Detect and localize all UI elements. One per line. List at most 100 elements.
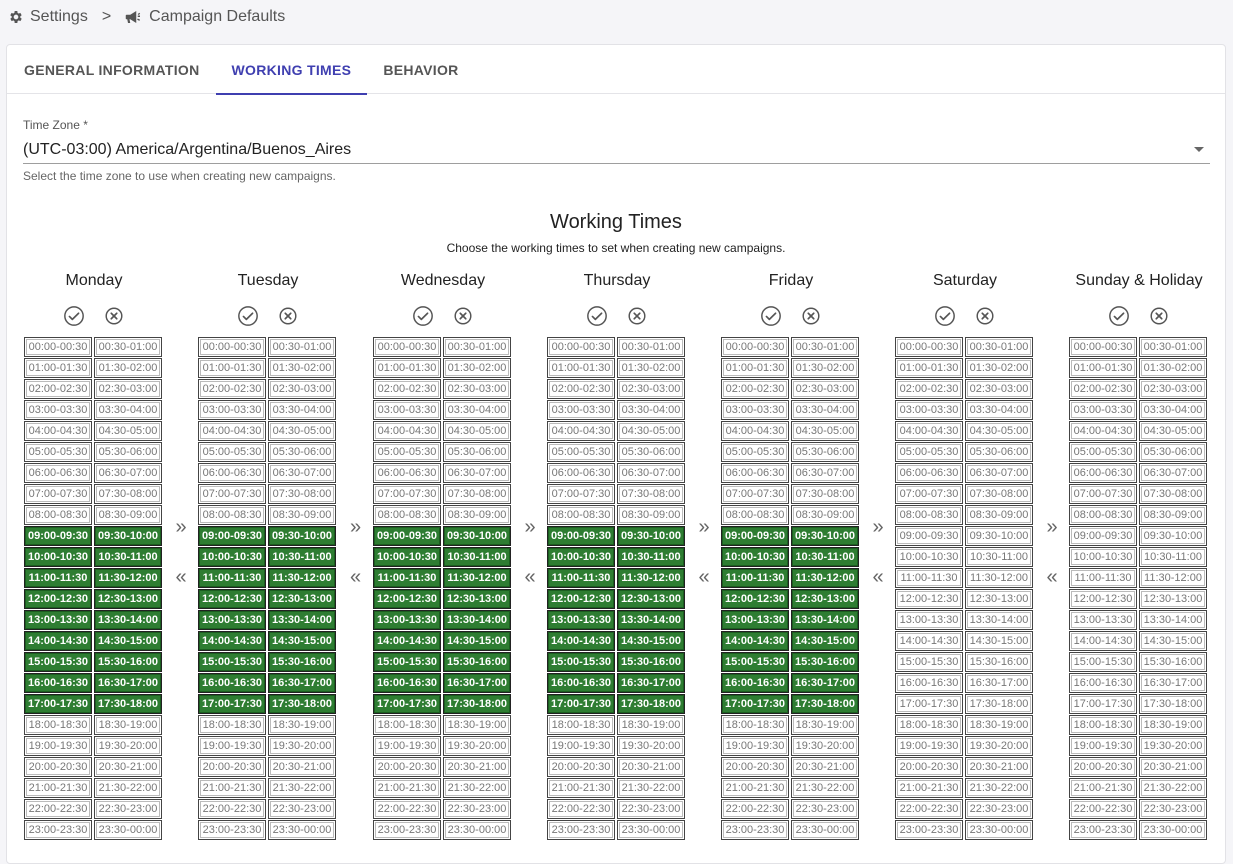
time-slot[interactable]: 23:30-00:00 — [617, 820, 685, 840]
time-slot[interactable]: 02:30-03:00 — [94, 379, 162, 399]
time-slot[interactable]: 18:00-18:30 — [895, 715, 963, 735]
time-slot[interactable]: 05:30-06:00 — [1139, 442, 1207, 462]
time-slot[interactable]: 10:30-11:00 — [443, 547, 511, 567]
time-slot[interactable]: 07:00-07:30 — [895, 484, 963, 504]
time-slot[interactable]: 12:30-13:00 — [268, 589, 336, 609]
time-slot[interactable]: 14:30-15:00 — [1139, 631, 1207, 651]
time-slot[interactable]: 01:30-02:00 — [791, 358, 859, 378]
tab-behavior[interactable]: BEHAVIOR — [367, 45, 474, 94]
time-slot[interactable]: 06:00-06:30 — [547, 463, 615, 483]
cancel-circle-icon[interactable] — [1148, 305, 1170, 327]
time-slot[interactable]: 08:30-09:00 — [443, 505, 511, 525]
time-slot[interactable]: 09:30-10:00 — [965, 526, 1033, 546]
copy-to-next-day-icon[interactable]: » — [868, 517, 888, 537]
time-slot[interactable]: 13:00-13:30 — [24, 610, 92, 630]
time-slot[interactable]: 04:30-05:00 — [443, 421, 511, 441]
time-slot[interactable]: 14:00-14:30 — [1069, 631, 1137, 651]
time-slot[interactable]: 00:30-01:00 — [791, 337, 859, 357]
time-slot[interactable]: 06:30-07:00 — [1139, 463, 1207, 483]
time-slot[interactable]: 08:00-08:30 — [1069, 505, 1137, 525]
time-slot[interactable]: 20:00-20:30 — [547, 757, 615, 777]
cancel-circle-icon[interactable] — [452, 305, 474, 327]
time-slot[interactable]: 02:00-02:30 — [373, 379, 441, 399]
time-slot[interactable]: 19:30-20:00 — [94, 736, 162, 756]
time-slot[interactable]: 13:00-13:30 — [198, 610, 266, 630]
time-slot[interactable]: 20:00-20:30 — [373, 757, 441, 777]
check-circle-icon[interactable] — [1108, 305, 1130, 327]
time-slot[interactable]: 11:30-12:00 — [965, 568, 1033, 588]
time-slot[interactable]: 01:00-01:30 — [721, 358, 789, 378]
time-slot[interactable]: 17:00-17:30 — [1069, 694, 1137, 714]
time-slot[interactable]: 02:30-03:00 — [617, 379, 685, 399]
time-slot[interactable]: 14:30-15:00 — [443, 631, 511, 651]
time-slot[interactable]: 07:30-08:00 — [617, 484, 685, 504]
copy-to-next-day-icon[interactable]: » — [171, 517, 191, 537]
time-slot[interactable]: 18:30-19:00 — [965, 715, 1033, 735]
time-slot[interactable]: 08:30-09:00 — [965, 505, 1033, 525]
time-slot[interactable]: 07:30-08:00 — [268, 484, 336, 504]
time-slot[interactable]: 11:00-11:30 — [24, 568, 92, 588]
time-slot[interactable]: 03:30-04:00 — [443, 400, 511, 420]
time-slot[interactable]: 18:00-18:30 — [1069, 715, 1137, 735]
time-slot[interactable]: 19:00-19:30 — [895, 736, 963, 756]
time-slot[interactable]: 22:30-23:00 — [965, 799, 1033, 819]
time-slot[interactable]: 00:30-01:00 — [94, 337, 162, 357]
time-slot[interactable]: 00:00-00:30 — [895, 337, 963, 357]
time-slot[interactable]: 20:30-21:00 — [791, 757, 859, 777]
time-slot[interactable]: 00:00-00:30 — [373, 337, 441, 357]
time-slot[interactable]: 21:30-22:00 — [791, 778, 859, 798]
time-slot[interactable]: 14:00-14:30 — [895, 631, 963, 651]
time-slot[interactable]: 13:30-14:00 — [965, 610, 1033, 630]
time-slot[interactable]: 11:30-12:00 — [617, 568, 685, 588]
time-slot[interactable]: 22:30-23:00 — [791, 799, 859, 819]
time-slot[interactable]: 13:30-14:00 — [443, 610, 511, 630]
time-slot[interactable]: 19:30-20:00 — [617, 736, 685, 756]
time-slot[interactable]: 21:30-22:00 — [94, 778, 162, 798]
time-slot[interactable]: 20:00-20:30 — [198, 757, 266, 777]
time-slot[interactable]: 08:00-08:30 — [895, 505, 963, 525]
time-slot[interactable]: 06:00-06:30 — [721, 463, 789, 483]
time-slot[interactable]: 23:30-00:00 — [1139, 820, 1207, 840]
time-slot[interactable]: 02:00-02:30 — [198, 379, 266, 399]
time-slot[interactable]: 15:00-15:30 — [24, 652, 92, 672]
time-slot[interactable]: 06:30-07:00 — [791, 463, 859, 483]
time-slot[interactable]: 10:30-11:00 — [965, 547, 1033, 567]
time-slot[interactable]: 22:00-22:30 — [1069, 799, 1137, 819]
time-slot[interactable]: 03:30-04:00 — [965, 400, 1033, 420]
time-slot[interactable]: 13:00-13:30 — [721, 610, 789, 630]
time-slot[interactable]: 05:00-05:30 — [895, 442, 963, 462]
time-slot[interactable]: 22:30-23:00 — [94, 799, 162, 819]
cancel-circle-icon[interactable] — [800, 305, 822, 327]
time-slot[interactable]: 21:00-21:30 — [24, 778, 92, 798]
check-circle-icon[interactable] — [586, 305, 608, 327]
time-slot[interactable]: 17:00-17:30 — [721, 694, 789, 714]
time-slot[interactable]: 04:30-05:00 — [617, 421, 685, 441]
time-slot[interactable]: 18:30-19:00 — [94, 715, 162, 735]
time-slot[interactable]: 10:00-10:30 — [721, 547, 789, 567]
time-slot[interactable]: 13:00-13:30 — [895, 610, 963, 630]
time-slot[interactable]: 12:30-13:00 — [1139, 589, 1207, 609]
time-slot[interactable]: 18:30-19:00 — [791, 715, 859, 735]
cancel-circle-icon[interactable] — [103, 305, 125, 327]
time-slot[interactable]: 20:00-20:30 — [1069, 757, 1137, 777]
time-slot[interactable]: 09:00-09:30 — [547, 526, 615, 546]
time-slot[interactable]: 01:30-02:00 — [617, 358, 685, 378]
time-slot[interactable]: 10:00-10:30 — [547, 547, 615, 567]
time-slot[interactable]: 23:00-23:30 — [721, 820, 789, 840]
time-slot[interactable]: 14:00-14:30 — [198, 631, 266, 651]
time-slot[interactable]: 10:00-10:30 — [1069, 547, 1137, 567]
check-circle-icon[interactable] — [412, 305, 434, 327]
time-slot[interactable]: 19:30-20:00 — [965, 736, 1033, 756]
time-slot[interactable]: 13:30-14:00 — [1139, 610, 1207, 630]
time-slot[interactable]: 07:30-08:00 — [965, 484, 1033, 504]
time-slot[interactable]: 16:30-17:00 — [94, 673, 162, 693]
time-slot[interactable]: 02:00-02:30 — [547, 379, 615, 399]
time-slot[interactable]: 05:00-05:30 — [547, 442, 615, 462]
time-slot[interactable]: 02:30-03:00 — [1139, 379, 1207, 399]
time-slot[interactable]: 23:00-23:30 — [24, 820, 92, 840]
time-slot[interactable]: 18:00-18:30 — [547, 715, 615, 735]
time-slot[interactable]: 20:30-21:00 — [443, 757, 511, 777]
time-slot[interactable]: 00:00-00:30 — [24, 337, 92, 357]
time-slot[interactable]: 07:00-07:30 — [721, 484, 789, 504]
time-slot[interactable]: 11:30-12:00 — [791, 568, 859, 588]
